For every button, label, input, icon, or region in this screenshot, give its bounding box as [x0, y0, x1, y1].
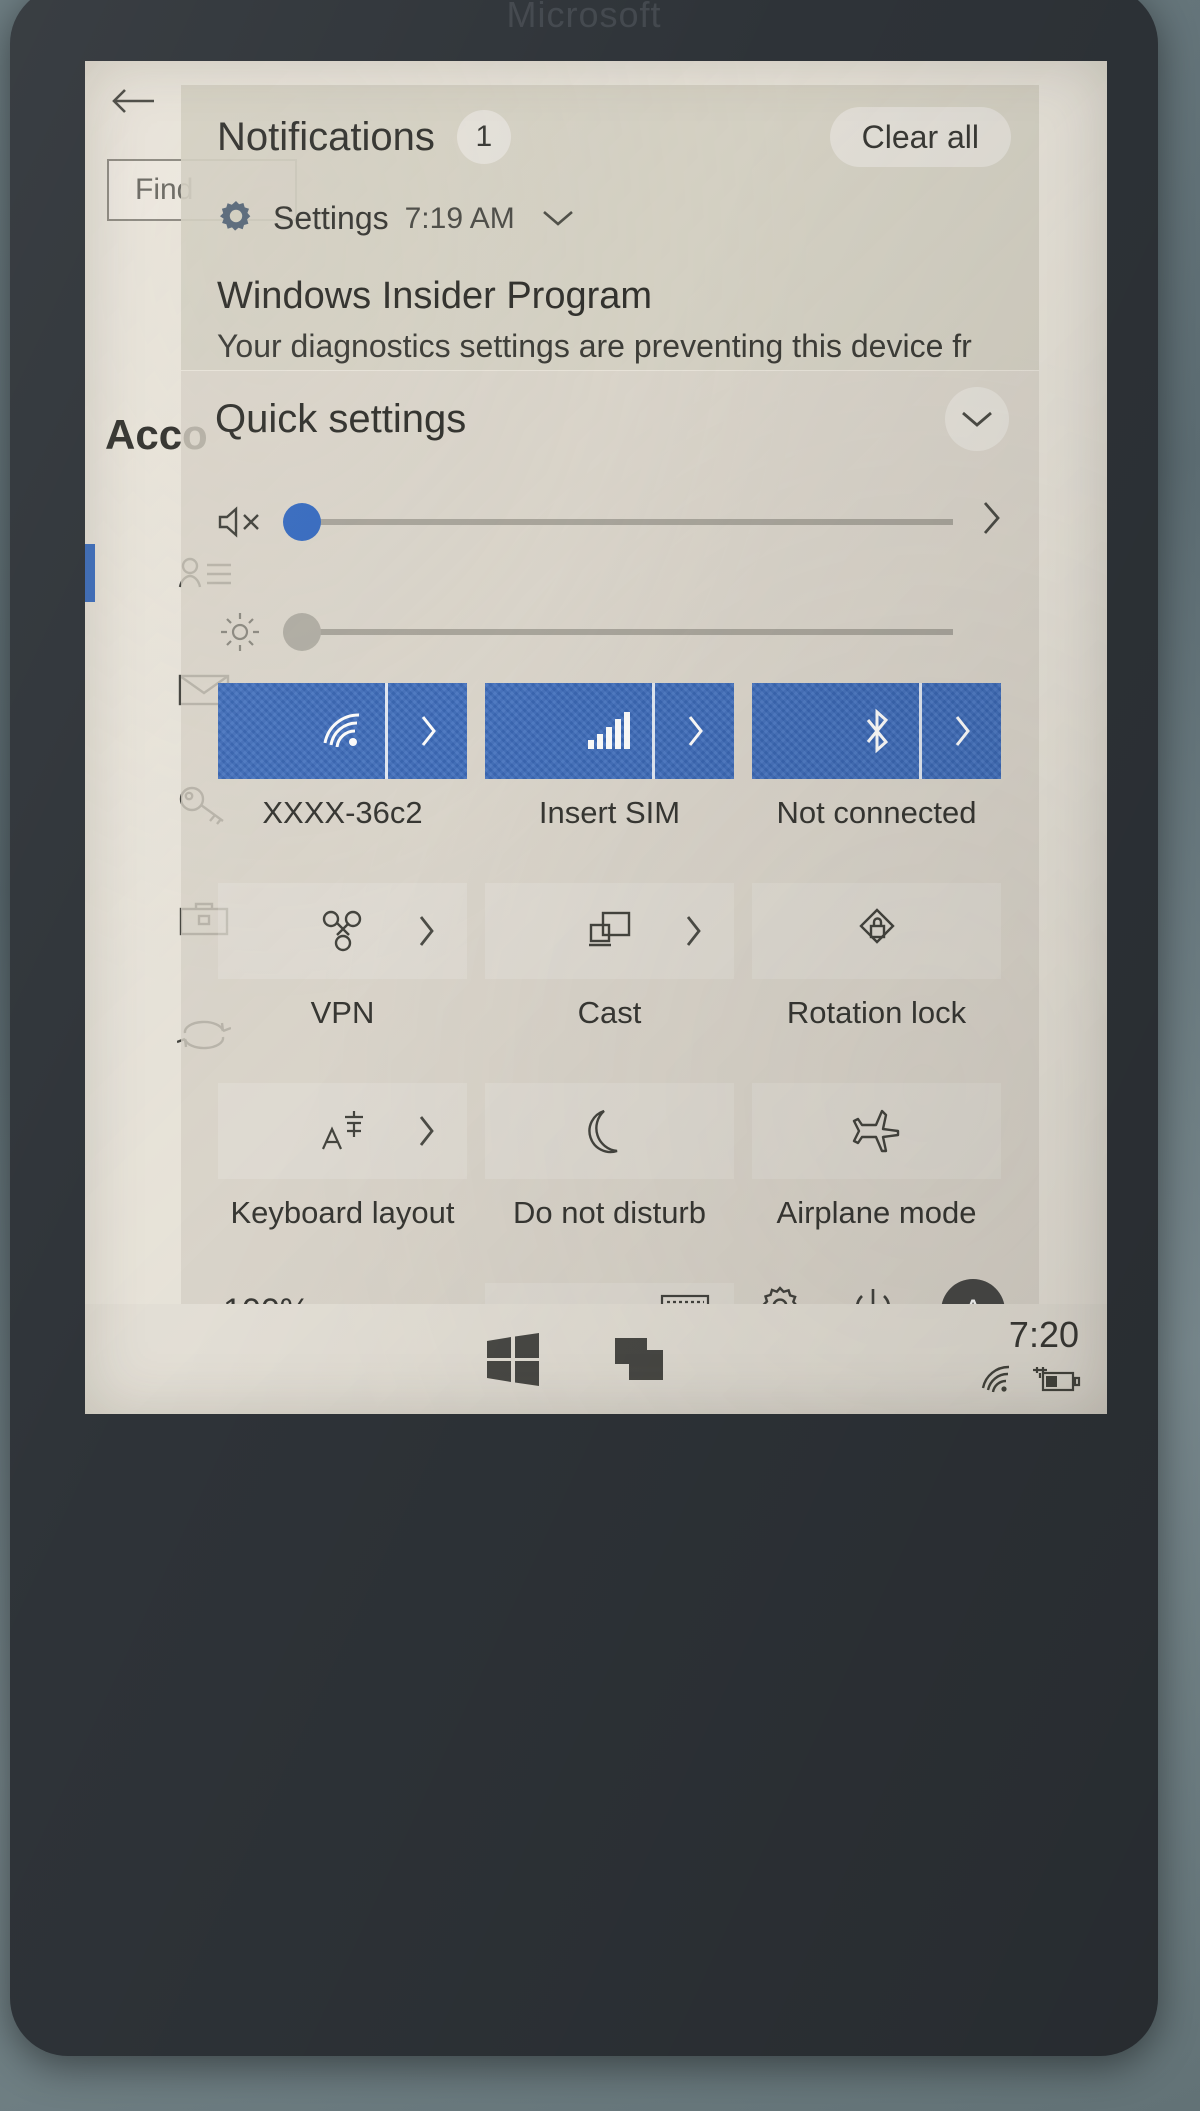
- vpn-icon: [317, 908, 369, 954]
- tile-bluetooth[interactable]: Not connected: [743, 683, 1010, 883]
- tile-wifi-chevron-icon[interactable]: [385, 683, 467, 779]
- system-tray: [979, 1364, 1081, 1399]
- tile-cast[interactable]: Cast: [476, 883, 743, 1083]
- tile-wifi-label: XXXX-36c2: [262, 795, 423, 830]
- tile-bluetooth-label: Not connected: [776, 795, 977, 830]
- tile-rotation-lock-label: Rotation lock: [786, 995, 967, 1030]
- wifi-tray-icon[interactable]: [979, 1364, 1017, 1399]
- moon-icon: [587, 1106, 632, 1156]
- quick-settings-flyout: Quick settings XXXX-36c2 Insert SIM Not …: [181, 371, 1039, 1414]
- quick-settings-title: Quick settings: [215, 396, 467, 441]
- notification-item-body: Your diagnostics settings are preventing…: [217, 328, 972, 364]
- bluetooth-icon: [859, 707, 895, 755]
- quick-settings-header: Quick settings: [181, 371, 1039, 467]
- tile-row-two: VPN Cast Rotation lock: [209, 883, 1011, 1083]
- tile-airplane-mode-label: Airplane mode: [776, 1195, 977, 1230]
- volume-slider-track[interactable]: [282, 503, 953, 541]
- notifications-count-badge: 1: [456, 110, 511, 164]
- taskbar: 7:20: [85, 1304, 1107, 1414]
- tile-keyboard-layout-label: Keyboard layout: [230, 1195, 455, 1230]
- tile-row-connectivity: XXXX-36c2 Insert SIM Not connected: [209, 683, 1011, 883]
- speaker-mute-icon: [211, 502, 269, 542]
- tile-vpn[interactable]: VPN: [209, 883, 476, 1083]
- windows-start-icon[interactable]: [485, 1332, 541, 1391]
- chevron-down-icon[interactable]: [541, 203, 575, 235]
- tile-keyboard-layout-chevron-icon[interactable]: [385, 1083, 467, 1179]
- selection-indicator: [85, 544, 95, 602]
- keyboard-layout-icon: [317, 1107, 369, 1155]
- clear-all-button[interactable]: Clear all: [829, 107, 1011, 167]
- tile-vpn-chevron-icon[interactable]: [385, 883, 467, 979]
- signal-bars-icon: [586, 710, 634, 752]
- notification-item-title[interactable]: Windows Insider Program: [217, 275, 652, 318]
- wifi-icon: [317, 709, 369, 753]
- tile-airplane-mode-button[interactable]: [752, 1083, 1001, 1179]
- tile-cellular[interactable]: Insert SIM: [476, 683, 743, 883]
- tile-vpn-button[interactable]: [218, 883, 467, 979]
- gear-icon: [217, 197, 255, 240]
- brightness-slider-thumb[interactable]: [282, 613, 321, 651]
- tile-wifi[interactable]: XXXX-36c2: [209, 683, 476, 883]
- notification-group-header[interactable]: Settings 7:19 AM: [217, 197, 575, 240]
- battery-charging-icon[interactable]: [1029, 1364, 1081, 1399]
- tile-cellular-label: Insert SIM: [538, 795, 681, 830]
- airplane-icon: [852, 1107, 902, 1155]
- phone-photograph: Microsoft Find Acco Notifications 1 Clea…: [0, 0, 1200, 2111]
- cast-icon: [584, 908, 636, 954]
- tile-do-not-disturb-button[interactable]: [485, 1083, 734, 1179]
- volume-expand-chevron-icon[interactable]: [969, 500, 1013, 545]
- phone-screen: Find Acco Notifications 1 Clear all Sett…: [85, 61, 1107, 1414]
- notifications-title: Notifications: [217, 114, 435, 159]
- tile-cellular-chevron-icon[interactable]: [652, 683, 734, 779]
- volume-slider-thumb[interactable]: [282, 503, 321, 541]
- tile-cast-chevron-icon[interactable]: [652, 883, 734, 979]
- tile-bluetooth-chevron-icon[interactable]: [919, 683, 1001, 779]
- notifications-header: Notifications 1 Clear all: [181, 85, 1039, 189]
- notification-app-name: Settings: [273, 200, 389, 236]
- tile-do-not-disturb-label: Do not disturb: [513, 1195, 706, 1230]
- taskbar-clock[interactable]: 7:20: [1009, 1314, 1079, 1356]
- brightness-icon: [211, 609, 269, 655]
- tile-rotation-lock-button[interactable]: [752, 883, 1001, 979]
- phone-device-body: Microsoft Find Acco Notifications 1 Clea…: [10, 0, 1158, 2056]
- notification-timestamp: 7:19 AM: [404, 201, 515, 235]
- brightness-slider-track[interactable]: [282, 613, 953, 651]
- tile-rotation-lock[interactable]: Rotation lock: [743, 883, 1010, 1083]
- chevron-down-icon[interactable]: [945, 387, 1009, 451]
- tile-cast-label: Cast: [577, 995, 642, 1030]
- tile-cellular-button[interactable]: [485, 683, 734, 779]
- rotation-lock-icon: [853, 906, 901, 956]
- microsoft-brand-text: Microsoft: [506, 0, 662, 35]
- clear-all-label: Clear all: [861, 118, 979, 155]
- tile-vpn-label: VPN: [310, 995, 375, 1030]
- brightness-slider-row[interactable]: [181, 577, 1039, 687]
- tile-keyboard-layout-button[interactable]: [218, 1083, 467, 1179]
- tile-bluetooth-button[interactable]: [752, 683, 1001, 779]
- notifications-flyout: Notifications 1 Clear all Settings 7:19: [181, 85, 1039, 370]
- volume-slider-row[interactable]: [181, 467, 1039, 577]
- back-arrow-icon[interactable]: [107, 75, 159, 127]
- tile-cast-button[interactable]: [485, 883, 734, 979]
- task-view-icon[interactable]: [613, 1336, 667, 1389]
- tile-wifi-button[interactable]: [218, 683, 467, 779]
